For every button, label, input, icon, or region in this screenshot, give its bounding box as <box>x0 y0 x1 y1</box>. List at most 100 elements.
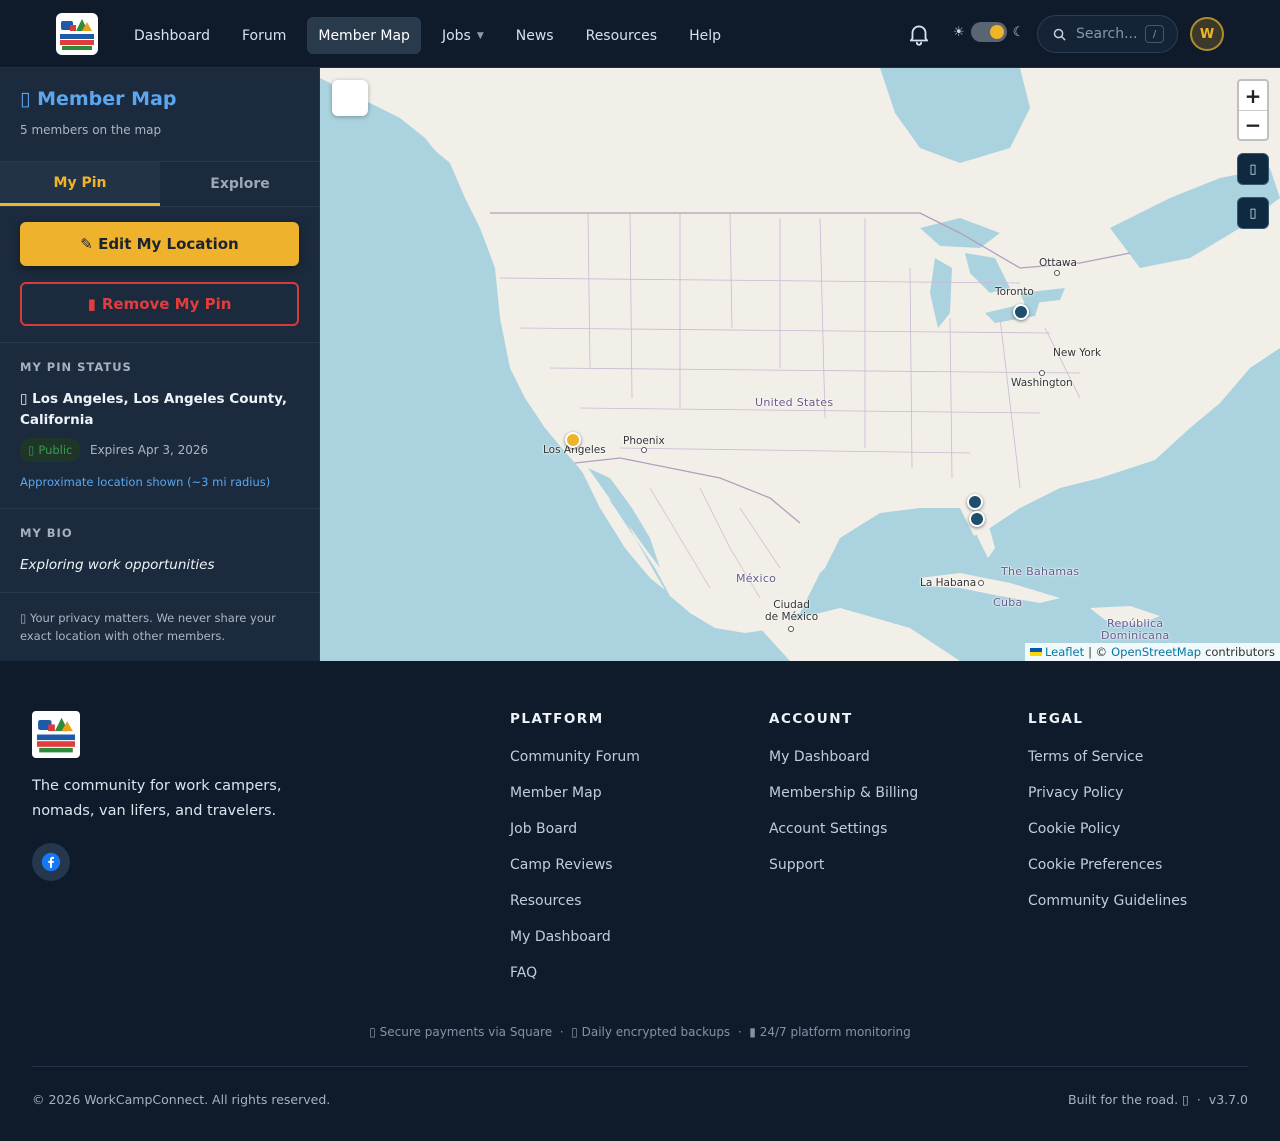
fullscreen-button[interactable] <box>332 80 368 116</box>
theme-switch: ☀ ☾ <box>953 22 1024 42</box>
footer-link[interactable]: Member Map <box>510 785 640 821</box>
label-phoenix: Phoenix <box>623 435 665 447</box>
facebook-icon[interactable] <box>32 843 70 881</box>
footer-link[interactable]: FAQ <box>510 965 640 1001</box>
leaflet-link[interactable]: Leaflet <box>1029 645 1084 659</box>
approx-location-note: Approximate location shown (~3 mi radius… <box>20 475 271 489</box>
expiry-date: Expires Apr 3, 2026 <box>90 443 209 457</box>
pin-icon: ▯ <box>20 391 28 407</box>
nav-help[interactable]: Help <box>678 17 732 54</box>
layers-icon[interactable]: ▯ <box>1237 197 1269 229</box>
search-shortcut: / <box>1145 25 1164 43</box>
privacy-note: ▯ Your privacy matters. We never share y… <box>20 611 276 643</box>
footer-platform-heading: PLATFORM <box>510 711 604 727</box>
nav-resources[interactable]: Resources <box>575 17 669 54</box>
label-dominicana: República Dominicana <box>1101 617 1170 642</box>
lock-icon: ▯ <box>369 1025 376 1039</box>
label-new-york: New York <box>1053 347 1102 359</box>
member-marker[interactable] <box>1013 304 1029 320</box>
search-placeholder: Search... <box>1076 26 1138 42</box>
footer-link[interactable]: Account Settings <box>769 821 918 857</box>
map-tiles <box>320 68 1280 661</box>
label-united-states: United States <box>755 396 834 409</box>
moon-icon: ☾ <box>1012 24 1025 40</box>
label-cuba: Cuba <box>993 596 1023 609</box>
theme-toggle[interactable] <box>970 22 1007 42</box>
footer-link[interactable]: My Dashboard <box>769 749 918 785</box>
tab-explore[interactable]: Explore <box>160 162 320 206</box>
member-marker[interactable] <box>967 494 983 510</box>
footer-legal-column: LEGAL Terms of Service Privacy Policy Co… <box>1028 711 1187 929</box>
bio-heading: MY BIO <box>20 526 73 540</box>
nav-forum[interactable]: Forum <box>231 17 297 54</box>
avatar[interactable]: W <box>1190 17 1224 51</box>
nav-dashboard[interactable]: Dashboard <box>123 17 221 54</box>
backup-icon: ▯ <box>571 1025 578 1039</box>
visibility-badge: ▯ Public <box>20 438 81 462</box>
footer-link[interactable]: Support <box>769 857 918 893</box>
search-input[interactable]: Search... / <box>1037 15 1178 53</box>
label-bahamas: The Bahamas <box>1001 565 1080 578</box>
footer-link[interactable]: Cookie Preferences <box>1028 857 1187 893</box>
footer-link[interactable]: Cookie Policy <box>1028 821 1187 857</box>
footer-account-heading: ACCOUNT <box>769 711 853 727</box>
my-pin-marker[interactable] <box>565 432 581 448</box>
member-marker[interactable] <box>969 511 985 527</box>
monitor-icon: ▮ <box>749 1025 756 1039</box>
zoom-control: + − <box>1237 79 1269 141</box>
trust-badges: ▯ Secure payments via Square · ▯ Daily e… <box>369 1025 911 1039</box>
footer-link[interactable]: Terms of Service <box>1028 749 1187 785</box>
city-dot <box>1054 270 1060 276</box>
logo[interactable] <box>56 13 98 55</box>
map-icon: ▯ <box>20 88 31 110</box>
footer-link[interactable]: Community Guidelines <box>1028 893 1187 929</box>
nav-jobs[interactable]: Jobs ▼ <box>431 17 495 54</box>
footer-link[interactable]: Camp Reviews <box>510 857 640 893</box>
footer-logo[interactable] <box>32 711 80 758</box>
footer-link[interactable]: Resources <box>510 893 640 929</box>
bell-icon[interactable] <box>906 21 932 47</box>
nav-member-map[interactable]: Member Map <box>307 17 421 54</box>
footer-link[interactable]: Privacy Policy <box>1028 785 1187 821</box>
footer-link[interactable]: Community Forum <box>510 749 640 785</box>
sidebar-title: ▯ Member Map <box>20 88 177 110</box>
city-dot <box>788 626 794 632</box>
city-dot <box>1039 370 1045 376</box>
footer: The community for work campers, nomads, … <box>0 661 1280 1141</box>
locate-icon[interactable]: ▯ <box>1237 153 1269 185</box>
nav-news[interactable]: News <box>505 17 565 54</box>
member-map[interactable]: Ottawa Toronto New York Washington Unite… <box>320 68 1280 661</box>
osm-link[interactable]: OpenStreetMap <box>1111 645 1201 659</box>
pin-status-heading: MY PIN STATUS <box>20 360 132 374</box>
lock-icon: ▯ <box>20 611 27 625</box>
map-attribution: Leaflet | © OpenStreetMap contributors <box>1024 643 1280 661</box>
remove-pin-button[interactable]: ▮ Remove My Pin <box>20 282 299 326</box>
zoom-in-button[interactable]: + <box>1239 81 1267 110</box>
label-mexico-city: Ciudad de México <box>765 599 819 623</box>
footer-link[interactable]: My Dashboard <box>510 929 640 965</box>
edit-location-button[interactable]: ✎ Edit My Location <box>20 222 299 266</box>
search-icon <box>1053 28 1066 41</box>
built-note: Built for the road. ▯ · v3.7.0 <box>1068 1092 1248 1107</box>
chevron-down-icon: ▼ <box>476 30 484 41</box>
city-dot <box>641 447 647 453</box>
globe-icon: ▯ <box>28 443 35 457</box>
label-mexico: México <box>736 572 777 585</box>
top-navbar: Dashboard Forum Member Map Jobs ▼ News Re… <box>0 0 1280 68</box>
zoom-out-button[interactable]: − <box>1239 110 1267 139</box>
city-dot <box>978 580 984 586</box>
label-ottawa: Ottawa <box>1039 257 1077 269</box>
footer-platform-column: PLATFORM Community Forum Member Map Job … <box>510 711 640 1001</box>
pin-location: ▯ Los Angeles, Los Angeles County, Calif… <box>20 391 288 428</box>
nav-jobs-label: Jobs <box>441 27 471 44</box>
footer-link[interactable]: Job Board <box>510 821 640 857</box>
sidebar-tabs: My Pin Explore <box>0 162 320 206</box>
trash-icon: ▮ <box>87 295 96 313</box>
footer-account-column: ACCOUNT My Dashboard Membership & Billin… <box>769 711 918 893</box>
label-la-habana: La Habana <box>920 577 977 589</box>
footer-link[interactable]: Membership & Billing <box>769 785 918 821</box>
tab-my-pin[interactable]: My Pin <box>0 162 160 206</box>
label-toronto: Toronto <box>995 286 1034 298</box>
attribution-separator: | © <box>1088 645 1108 659</box>
attribution-contributors: contributors <box>1205 645 1275 659</box>
